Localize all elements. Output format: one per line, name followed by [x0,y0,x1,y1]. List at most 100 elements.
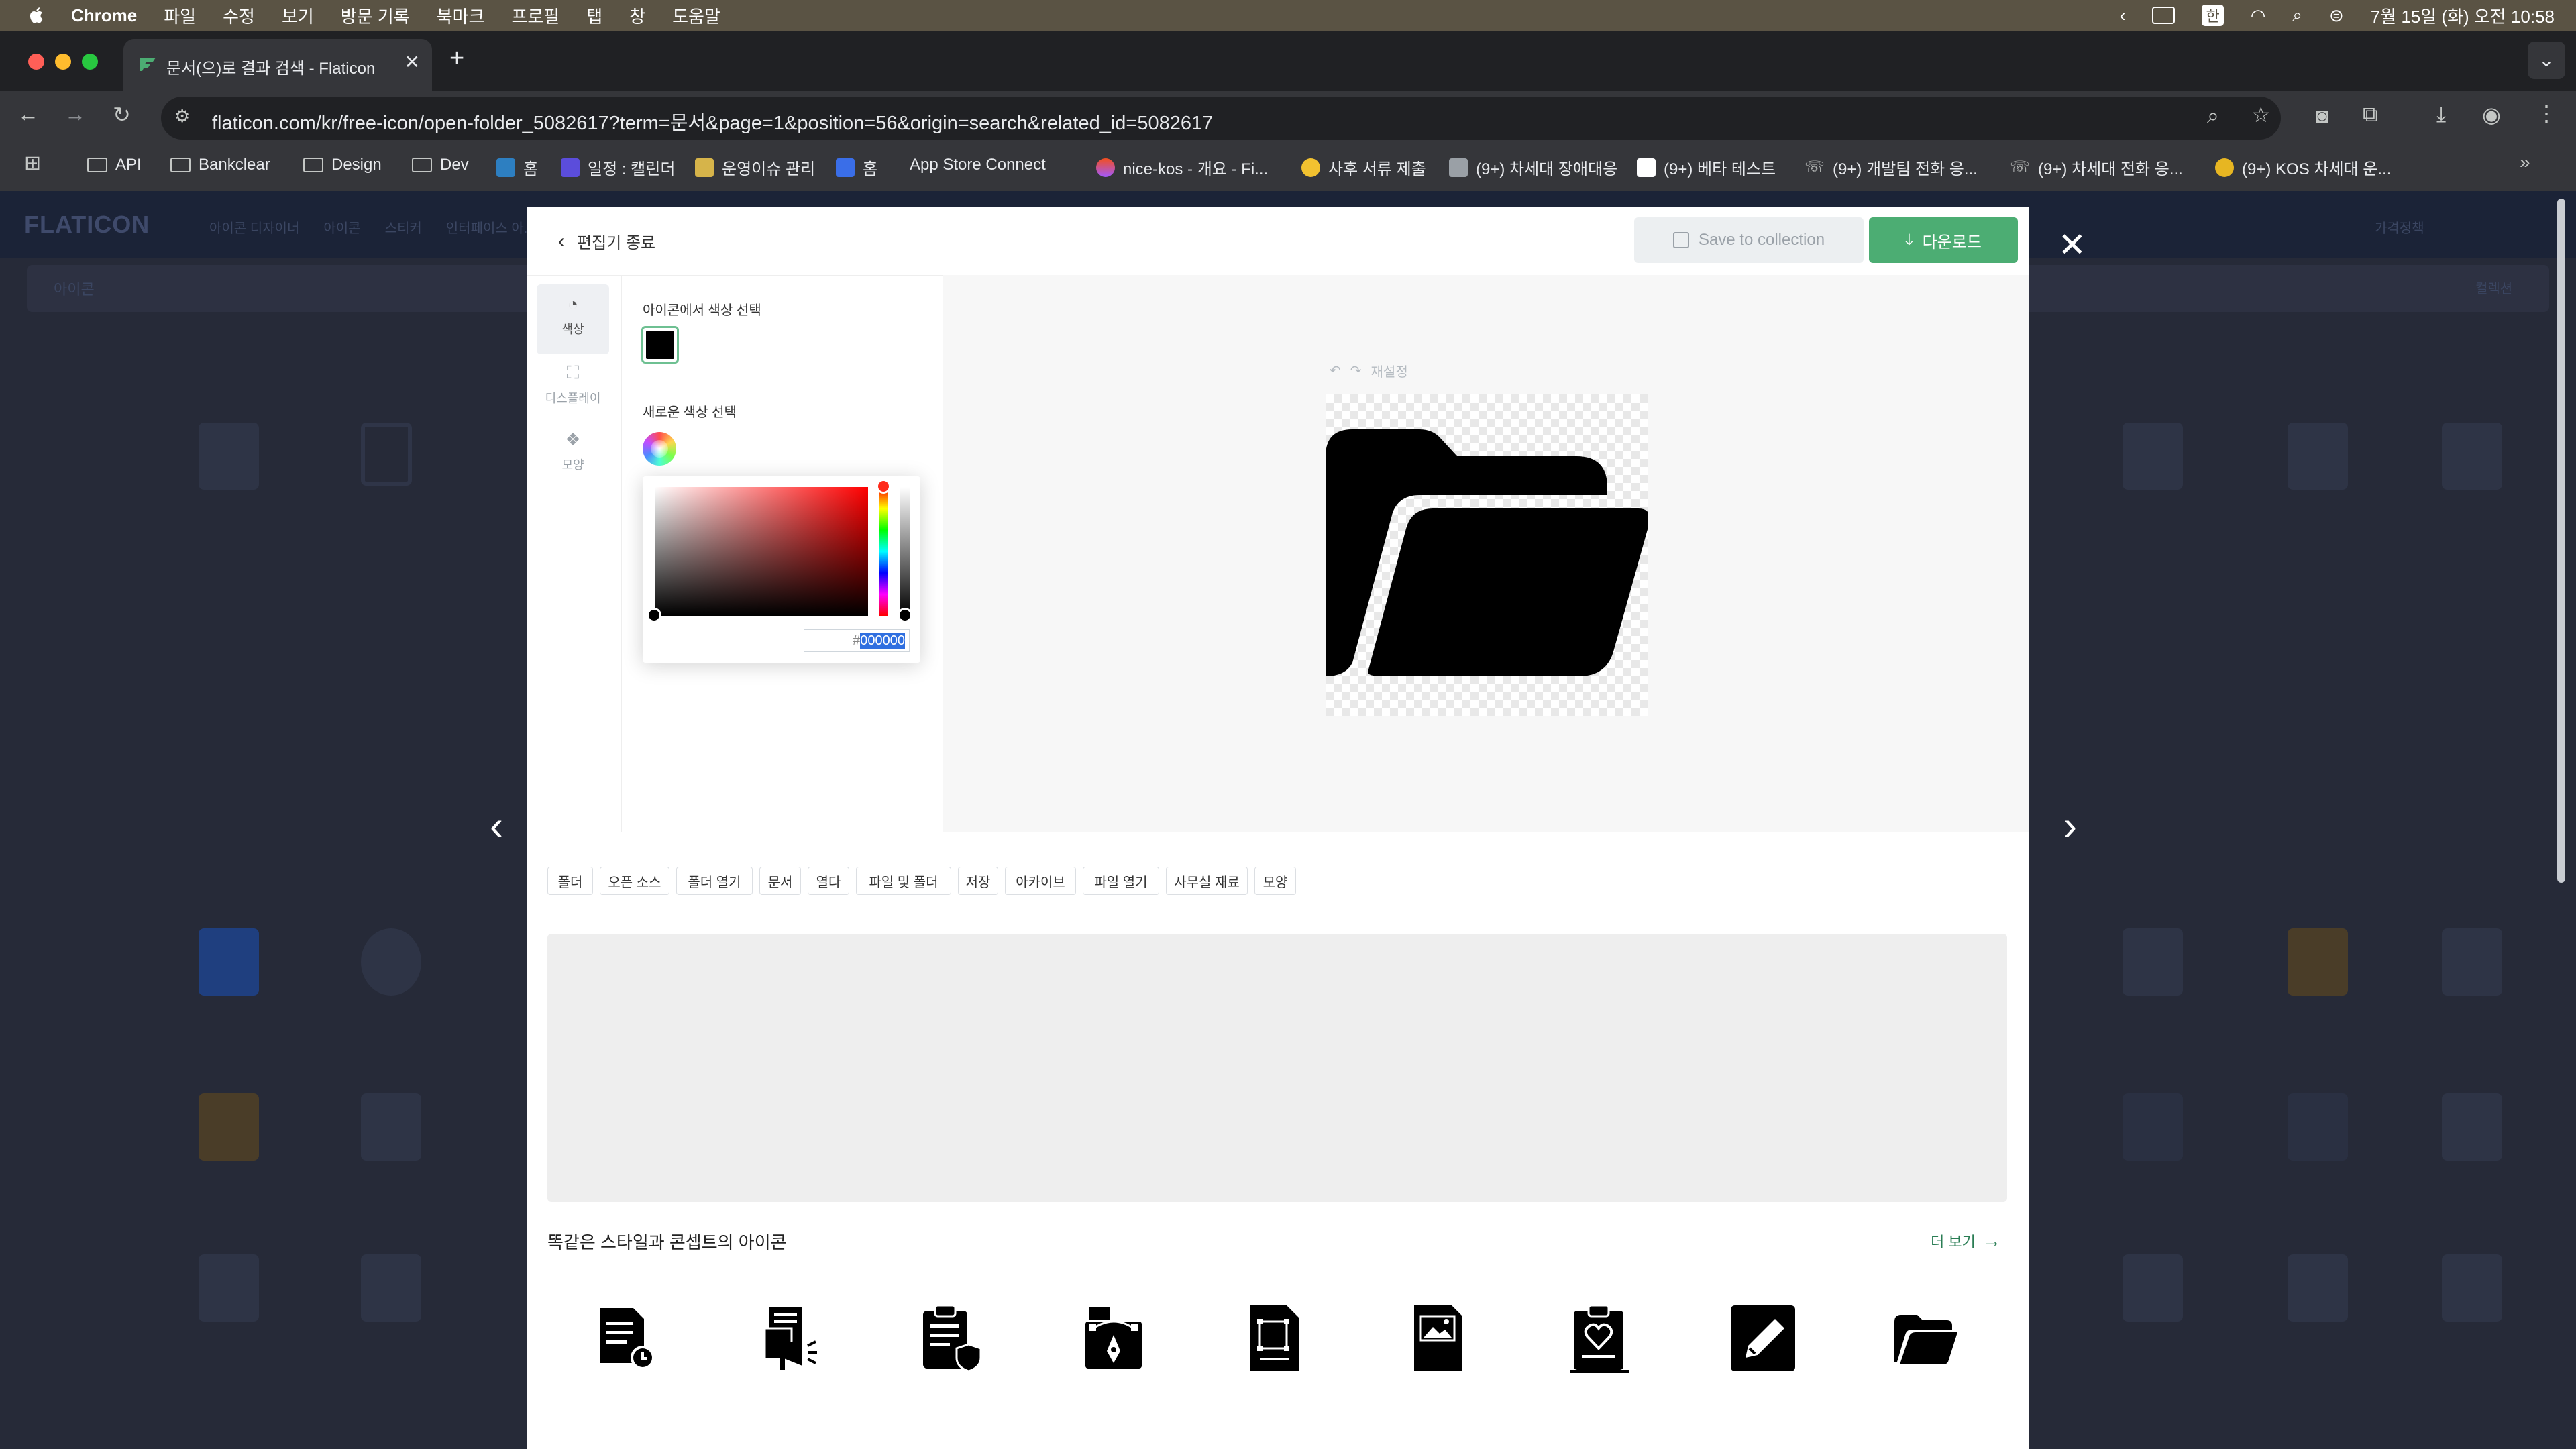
download-button[interactable]: ⤓ 다운로드 [1869,217,2018,263]
menu-edit[interactable]: 수정 [223,3,255,28]
bookmark-figma[interactable]: nice-kos - 개요 - Fi... [1096,156,1268,179]
bg-icon[interactable] [2288,1254,2348,1322]
previous-icon-arrow[interactable]: ‹ [490,802,503,849]
minimize-window-button[interactable] [55,54,71,70]
pricing-link[interactable]: 가격정책 [2375,217,2424,237]
page-scrollbar[interactable] [2557,199,2565,883]
input-source-badge[interactable]: 한 [2202,5,2224,26]
tag-chip[interactable]: 사무실 재료 [1166,867,1248,895]
reload-icon[interactable]: ↻ [113,102,131,127]
value-slider[interactable] [900,487,910,616]
bg-icon[interactable] [2442,423,2502,490]
bg-icon[interactable] [2442,1254,2502,1322]
tag-chip[interactable]: 폴더 열기 [676,867,753,895]
bookmark-design[interactable]: Design [303,156,382,174]
bg-icon[interactable] [361,928,421,996]
bg-icon[interactable] [199,928,259,996]
bg-icon[interactable] [2288,1093,2348,1161]
download-icon[interactable]: ⤓ [2436,102,2446,127]
bg-icon[interactable] [361,1093,421,1161]
bg-icon[interactable] [199,1254,259,1322]
tab-close-icon[interactable]: ✕ [405,51,420,73]
menu-app-name[interactable]: Chrome [71,5,137,26]
bg-icon[interactable] [2123,423,2183,490]
open-folder-icon[interactable] [1892,1301,1959,1375]
hex-color-input[interactable]: #000000 [804,629,910,652]
tag-chip[interactable]: 파일 및 폴더 [856,867,951,895]
more-bookmarks-icon[interactable]: » [2520,152,2530,173]
bookmark-post-docs[interactable]: 사후 서류 제출 [1301,156,1426,179]
nav-item[interactable]: 아이콘 디자이너 [209,217,299,237]
profile-icon[interactable]: ◉ [2482,102,2501,127]
chrome-menu-icon[interactable]: ⋮ [2536,101,2557,126]
search-type-select[interactable]: 아이콘 [54,278,95,299]
icon-canvas[interactable] [1326,394,1648,716]
bookmark-kos[interactable]: (9+) KOS 차세대 운... [2215,156,2391,179]
control-center-icon[interactable]: ⊜ [2329,5,2344,26]
close-window-button[interactable] [28,54,44,70]
nav-item[interactable]: 스티커 [385,217,422,237]
new-tab-button[interactable]: + [449,44,464,73]
menu-bookmarks[interactable]: 북마크 [437,3,485,28]
bookmark-app-store-connect[interactable]: App Store Connect [902,156,1046,174]
site-info-icon[interactable]: ⚙ [174,106,190,127]
hue-slider-handle[interactable] [876,479,891,494]
zoom-icon[interactable]: ⌕ [2207,103,2219,129]
next-icon-arrow[interactable]: › [2063,802,2077,849]
bookmark-star-icon[interactable]: ☆ [2251,102,2271,127]
bg-icon[interactable] [361,423,412,486]
saturation-area[interactable] [655,487,868,616]
apple-menu-icon[interactable] [27,5,47,25]
close-modal-icon[interactable]: ✕ [2058,225,2086,264]
bg-icon[interactable] [2123,1093,2183,1161]
keyboard-icon[interactable] [2152,7,2176,24]
flaticon-logo[interactable]: FLATICON [24,211,150,239]
value-slider-handle[interactable] [898,608,912,623]
bookmark-home-2[interactable]: 홈 [836,156,877,179]
nav-item[interactable]: 아이콘 [323,217,360,237]
exit-editor-button[interactable]: ‹ 편집기 종료 [558,229,655,253]
bg-icon[interactable] [199,423,259,490]
tag-chip[interactable]: 열다 [808,867,849,895]
rail-display-tab[interactable]: ⛶ 디스플레이 [537,353,609,423]
menu-profiles[interactable]: 프로필 [511,3,559,28]
color-wheel-icon[interactable] [643,432,676,466]
reset-button[interactable]: 재설정 [1371,361,1408,380]
tag-chip[interactable]: 저장 [958,867,998,895]
bookmark-home[interactable]: 홈 [496,156,538,179]
extensions-icon[interactable]: ⧉ [2363,102,2378,127]
tag-chip[interactable]: 문서 [759,867,801,895]
image-file-icon[interactable] [1405,1301,1472,1375]
tab-search-chevron-icon[interactable]: ⌄ [2528,42,2565,79]
bookmark-bankclear[interactable]: Bankclear [170,156,270,174]
tag-chip[interactable]: 아카이브 [1005,867,1076,895]
redo-icon[interactable]: ↷ [1350,362,1362,379]
menu-file[interactable]: 파일 [164,3,196,28]
url-text[interactable]: flaticon.com/kr/free-icon/open-folder_50… [212,107,1213,136]
menu-tab[interactable]: 탭 [586,3,602,28]
tag-chip[interactable]: 모양 [1254,867,1296,895]
bookmark-beta-test[interactable]: (9+) 베타 테스트 [1637,156,1776,179]
back-icon[interactable]: ← [17,102,39,127]
save-to-collection-button[interactable]: Save to collection [1634,217,1864,263]
tag-chip[interactable]: 폴더 [547,867,593,895]
bg-icon[interactable] [2123,1254,2183,1322]
bookmark-next-phone[interactable]: ☏ (9+) 차세대 전화 응... [2010,156,2183,179]
active-tab[interactable]: 문서(으)로 결과 검색 - Flaticon ✕ [123,39,432,91]
zoom-window-button[interactable] [82,54,98,70]
wifi-icon[interactable]: ◠ [2251,5,2266,26]
rail-color-tab[interactable]: ◔ 색상 [537,284,609,354]
bg-icon[interactable] [2123,928,2183,996]
search-icon[interactable]: ⌕ [2292,5,2302,26]
bookmark-dev[interactable]: Dev [412,156,469,174]
collection-link[interactable]: 컬렉션 [2475,278,2512,297]
bg-icon[interactable] [199,1093,259,1161]
tag-chip[interactable]: 파일 열기 [1083,867,1159,895]
vector-pen-folder-icon[interactable] [1080,1301,1147,1375]
tag-chip[interactable]: 오픈 소스 [600,867,669,895]
chevron-left-icon[interactable]: ‹ [2120,5,2126,26]
menu-view[interactable]: 보기 [282,3,314,28]
bg-icon[interactable] [2442,928,2502,996]
bookmark-calendar[interactable]: 일정 : 캘린더 [561,156,675,179]
apps-grid-icon[interactable]: ⊞ [24,152,41,175]
